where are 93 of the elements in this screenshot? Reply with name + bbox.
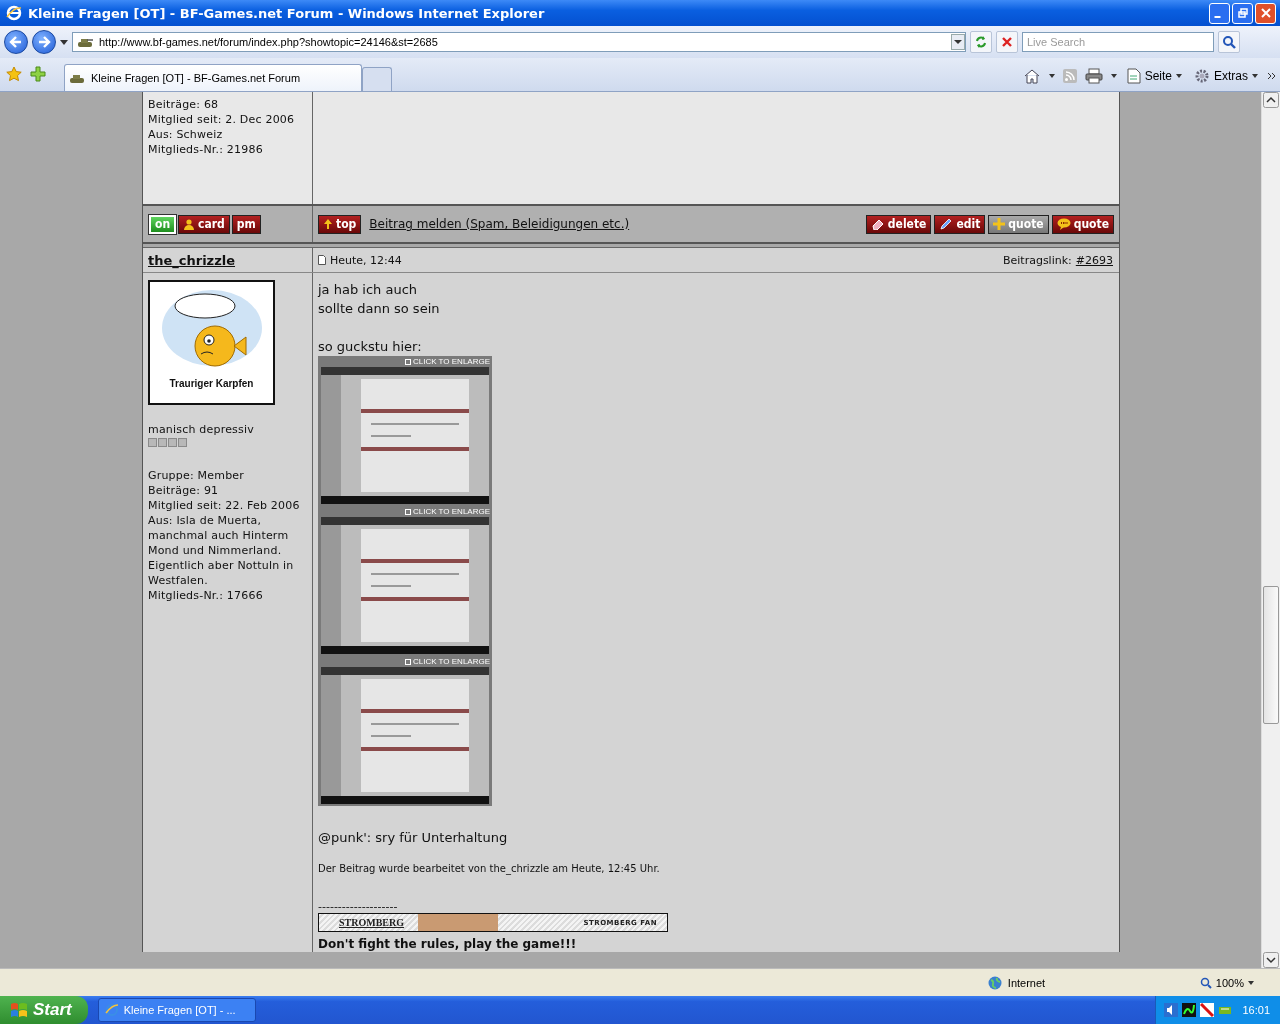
banner-title: STROMBERG xyxy=(339,917,404,928)
window-title: Kleine Fragen [OT] - BF-Games.net Forum - Windows Internet Explorer xyxy=(28,5,546,21)
edit-note: Der Beitrag wurde bearbeitet von the_chrizzle am Heute, 12:45 Uhr. xyxy=(318,863,661,874)
zoom-button[interactable]: 100% xyxy=(1193,975,1260,990)
person-icon xyxy=(183,218,196,230)
quote-button[interactable]: quote xyxy=(1051,214,1114,234)
restore-button[interactable] xyxy=(1232,2,1253,24)
clock: 16:01 xyxy=(1242,1004,1270,1016)
pencil-icon xyxy=(939,218,954,230)
profile-detail: Mitglied seit: 2. Dec 2006 xyxy=(148,112,296,127)
scroll-thumb[interactable] xyxy=(1263,586,1279,724)
screenshot-thumbnail[interactable]: CLICK TO ENLARGE xyxy=(318,506,492,656)
rank-pips-icon xyxy=(148,438,187,447)
back-arrow-icon xyxy=(9,35,23,49)
dropdown-caret-icon[interactable] xyxy=(1110,74,1117,78)
profile-detail: Mitglieds-Nr.: 21986 xyxy=(148,142,264,157)
search-button[interactable] xyxy=(1218,31,1240,53)
private-message-button[interactable]: pm xyxy=(231,214,261,234)
refresh-button[interactable] xyxy=(970,31,992,53)
print-icon[interactable] xyxy=(1084,68,1103,84)
add-favorite-icon[interactable] xyxy=(30,66,46,82)
close-button[interactable] xyxy=(1255,2,1276,24)
avatar-caption: Trauriger Karpfen xyxy=(169,378,254,389)
dropdown-caret-icon[interactable] xyxy=(951,34,965,50)
author-link[interactable]: the_chrizzle xyxy=(148,252,236,268)
address-field[interactable]: http://www.bf-games.net/forum/index.php?showtopic=24146&st=2685 xyxy=(72,32,966,52)
plus-icon xyxy=(993,218,1006,230)
top-button[interactable]: top xyxy=(318,214,362,234)
forward-arrow-icon xyxy=(37,35,51,49)
browser-tab[interactable]: Kleine Fragen [OT] - BF-Games.net Forum xyxy=(64,64,362,91)
home-icon[interactable] xyxy=(1022,68,1041,84)
post-text: so guckstu hier: xyxy=(318,338,423,356)
profile-detail: Beiträge: 68 xyxy=(148,97,220,112)
page-icon xyxy=(1126,68,1141,84)
minimize-icon xyxy=(1214,16,1221,18)
security-zone: Internet xyxy=(1007,976,1047,989)
member-rank: manisch depressiv xyxy=(148,422,255,437)
restore-icon xyxy=(1237,8,1248,18)
post-date: Heute, 12:44 xyxy=(330,253,402,267)
scroll-down-icon[interactable] xyxy=(1263,952,1279,968)
favorites-star-icon[interactable] xyxy=(6,66,22,82)
speech-bubble-icon xyxy=(1056,218,1071,230)
back-button[interactable] xyxy=(4,30,28,54)
browser-logo-icon xyxy=(6,5,22,21)
post-text: @punk': sry für Unterhaltung xyxy=(318,829,509,847)
post-link[interactable]: #2693 xyxy=(1075,253,1113,267)
profile-detail: Beiträge: 91 xyxy=(148,483,220,498)
signature-separator: -------------------- xyxy=(318,900,399,913)
post-page-icon xyxy=(318,255,326,265)
forward-button[interactable] xyxy=(32,30,56,54)
page-menu-button[interactable]: Seite xyxy=(1124,68,1184,84)
caret-icon xyxy=(1252,74,1258,78)
profile-card-button[interactable]: card xyxy=(178,214,230,234)
url-text: http://www.bf-games.net/forum/index.php?showtopic=24146&st=2685 xyxy=(99,36,439,48)
report-post-link[interactable]: Beitrag melden (Spam, Beleidigungen etc.) xyxy=(369,217,630,231)
tools-menu-button[interactable]: Extras xyxy=(1192,68,1260,84)
close-icon xyxy=(1260,8,1271,18)
refresh-icon xyxy=(974,35,988,49)
dropdown-caret-icon[interactable] xyxy=(1048,74,1055,78)
speaker-icon[interactable] xyxy=(1164,1003,1179,1017)
stop-icon xyxy=(1001,36,1013,48)
up-arrow-icon xyxy=(323,218,333,230)
signature-text: Don't fight the rules, play the game!!! xyxy=(318,937,578,952)
taskbar-window-button[interactable]: Kleine Fragen [OT] - ... xyxy=(97,998,256,1022)
profile-detail: Mitglieds-Nr.: 17666 xyxy=(148,588,264,603)
search-icon xyxy=(1222,35,1236,49)
tank-icon xyxy=(69,72,85,84)
globe-icon xyxy=(987,975,1002,990)
profile-detail: Aus: Schweiz xyxy=(148,127,224,142)
magnifier-icon xyxy=(1199,976,1212,989)
profile-detail: Gruppe: Member xyxy=(148,468,245,483)
profile-detail: Mitglied seit: 22. Feb 2006 xyxy=(148,498,301,513)
chevron-icon[interactable] xyxy=(1268,72,1276,80)
tank-icon xyxy=(77,36,93,48)
post-link-label: Beitragslink: xyxy=(1002,253,1072,267)
vertical-scrollbar[interactable] xyxy=(1261,92,1280,968)
screenshot-thumbnail[interactable]: CLICK TO ENLARGE xyxy=(318,356,492,506)
edit-button[interactable]: edit xyxy=(934,214,986,234)
delete-button[interactable]: delete xyxy=(865,214,932,234)
caret-icon xyxy=(1176,74,1182,78)
post-text: ja hab ich auch sollte dann so sein xyxy=(318,281,441,318)
dropdown-caret-icon[interactable] xyxy=(60,39,68,45)
scroll-up-icon[interactable] xyxy=(1263,92,1279,108)
stop-button[interactable] xyxy=(996,31,1018,53)
profile-detail: Aus: Isla de Muerta, manchmal auch Hinterm Mond und Nimmerland. Eigentlich aber Nottuln in Westfalen. xyxy=(148,513,295,588)
eraser-icon xyxy=(870,218,885,230)
search-field[interactable]: Live Search xyxy=(1022,32,1214,52)
browser-logo-icon xyxy=(104,1003,119,1017)
caret-icon xyxy=(1248,980,1254,985)
gear-icon xyxy=(1194,68,1210,84)
screenshot-thumbnail[interactable]: CLICK TO ENLARGE xyxy=(318,656,492,806)
flag-icon xyxy=(10,1002,28,1018)
minimize-button[interactable] xyxy=(1209,2,1230,24)
